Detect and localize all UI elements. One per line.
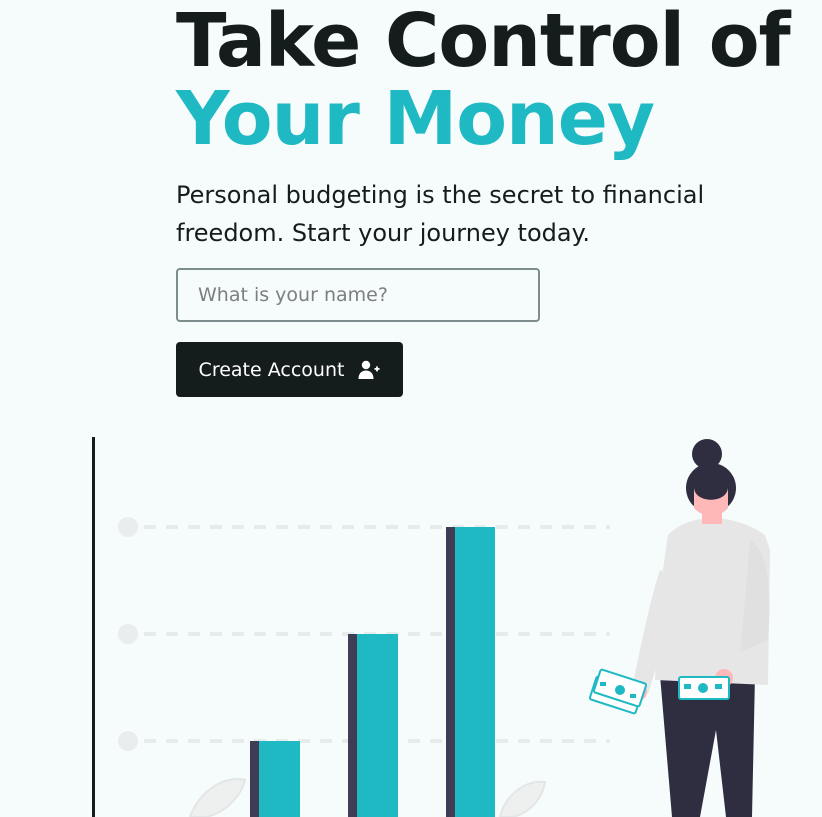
bar-1: [259, 741, 300, 817]
bar-2-shadow: [348, 634, 357, 817]
chart-axis-line: [92, 437, 95, 817]
hero-subtitle: Personal budgeting is the secret to fina…: [176, 181, 705, 247]
page-title: Take Control of Your Money: [176, 2, 796, 158]
woman-figure: [588, 439, 770, 817]
bar-chart: [250, 527, 495, 817]
user-plus-icon: [358, 360, 380, 379]
title-line-1: Take Control of: [176, 0, 791, 84]
hero-section: Take Control of Your Money Personal budg…: [176, 0, 796, 252]
budget-illustration: [92, 437, 770, 817]
bar-3: [455, 527, 495, 817]
money-bill-right-icon: [678, 676, 730, 700]
name-input[interactable]: [176, 268, 540, 322]
create-account-label: Create Account: [198, 358, 345, 381]
create-account-button[interactable]: Create Account: [176, 342, 403, 397]
bar-3-shadow: [446, 527, 455, 817]
title-line-2-accent: Your Money: [176, 76, 655, 162]
bar-2: [357, 634, 398, 817]
bar-1-shadow: [250, 741, 259, 817]
